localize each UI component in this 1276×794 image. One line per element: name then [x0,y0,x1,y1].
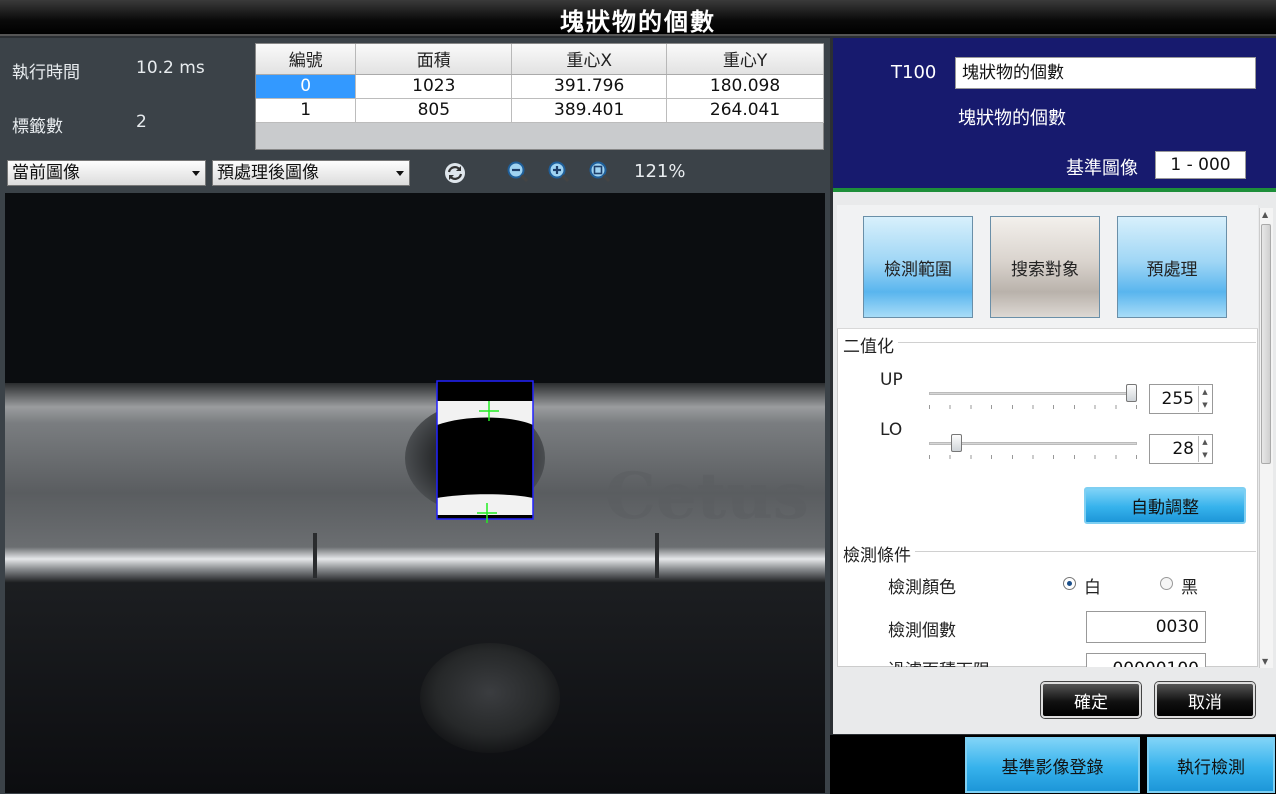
table-row[interactable]: 1 805 389.401 264.041 [256,98,824,123]
area-min-label: 過濾面積下限 [888,656,990,667]
table-cell: 805 [355,98,513,123]
source-image-select[interactable]: 當前圖像 [7,160,206,186]
detect-color-label: 檢測顏色 [888,578,956,598]
scroll-up-arrow[interactable]: ▲ [1262,210,1268,219]
tab-preprocess[interactable]: 預處理 [1117,216,1227,318]
up-slider-track[interactable] [929,392,1137,395]
up-slider-ticks [929,405,1137,409]
register-reference-button[interactable]: 基準影像登錄 [965,737,1140,793]
label-count-value: 2 [136,112,147,132]
display-mode-select[interactable]: 預處理後圖像 [212,160,410,186]
divider [833,188,1276,192]
lo-slider-thumb[interactable] [950,434,962,452]
area-min-input[interactable]: 00000100 [1086,653,1206,667]
up-slider-thumb[interactable] [1126,384,1137,402]
ref-image-label: 基準圖像 [1066,158,1138,179]
table-cell: 389.401 [511,98,668,123]
settings-scrollbar[interactable]: ▲ ▼ [1259,208,1273,668]
radio-white[interactable] [1063,577,1076,590]
cancel-button[interactable]: 取消 [1155,682,1255,718]
window-title: 塊狀物的個數 [560,8,716,36]
table-cell: 180.098 [666,74,824,99]
exec-time-value: 10.2 ms [136,58,205,78]
chevron-down-icon [396,171,404,176]
col-header-id[interactable]: 編號 [256,44,357,75]
display-mode-select-value: 預處理後圖像 [217,163,319,183]
detect-count-input[interactable]: 0030 [1086,611,1206,643]
clipped-row: 過濾面積下限 00000100 [838,652,1257,667]
scroll-thumb[interactable] [1261,224,1271,464]
ok-button[interactable]: 確定 [1041,682,1141,718]
up-label: UP [880,370,903,390]
inspection-image: Cetus [5,193,825,793]
radio-white-label: 白 [1084,578,1101,598]
radio-dot [1067,581,1072,586]
table-row[interactable]: 0 1023 391.796 180.098 [256,74,824,99]
chevron-down-icon [192,171,200,176]
zoom-level: 121% [634,161,686,182]
tool-id: T100 [891,62,937,83]
tab-search-target[interactable]: 搜索對象 [990,216,1100,318]
detect-count-label: 檢測個數 [888,621,956,641]
exec-time-label: 執行時間 [12,63,80,83]
col-header-area[interactable]: 面積 [355,44,513,75]
lo-slider-ticks [929,455,1137,459]
ref-image-value[interactable]: 1 - 000 [1155,151,1246,179]
zoom-in-icon[interactable] [547,160,570,183]
title-bar: 塊狀物的個數 [0,0,1276,36]
tool-name-display: 塊狀物的個數 [958,108,1066,129]
label-count-label: 標籤數 [12,117,63,137]
radio-black[interactable] [1160,577,1173,590]
image-viewer[interactable]: Cetus [5,193,825,793]
conditions-group-label: 檢測條件 [843,541,915,566]
table-cell: 1023 [355,74,513,99]
table-cell: 264.041 [666,98,824,123]
refresh-icon[interactable] [444,162,466,184]
auto-adjust-button[interactable]: 自動調整 [1084,487,1246,524]
col-header-cx[interactable]: 重心X [511,44,668,75]
scroll-down-arrow[interactable]: ▼ [1262,657,1268,666]
execute-inspection-button[interactable]: 執行檢測 [1147,737,1275,793]
result-table: 編號 面積 重心X 重心Y 0 1023 391.796 180.098 1 8… [255,43,824,150]
table-cell: 1 [256,98,357,123]
watermark: Cetus [605,459,809,534]
zoom-fit-icon[interactable] [588,160,611,183]
lo-stepper[interactable]: ▲ ▼ [1198,436,1211,462]
group-divider [843,342,1256,343]
zoom-out-icon[interactable] [506,160,529,183]
col-header-cy[interactable]: 重心Y [666,44,824,75]
table-cell: 391.796 [511,74,668,99]
table-cell: 0 [256,74,357,99]
tab-inspect-range[interactable]: 檢測範圍 [863,216,973,318]
tool-name-input[interactable]: 塊狀物的個數 [955,57,1256,89]
radio-black-label: 黑 [1181,578,1198,598]
up-stepper[interactable]: ▲ ▼ [1198,386,1211,412]
binarize-group-label: 二值化 [843,332,898,357]
source-image-select-value: 當前圖像 [12,163,80,183]
lo-label: LO [880,420,903,440]
